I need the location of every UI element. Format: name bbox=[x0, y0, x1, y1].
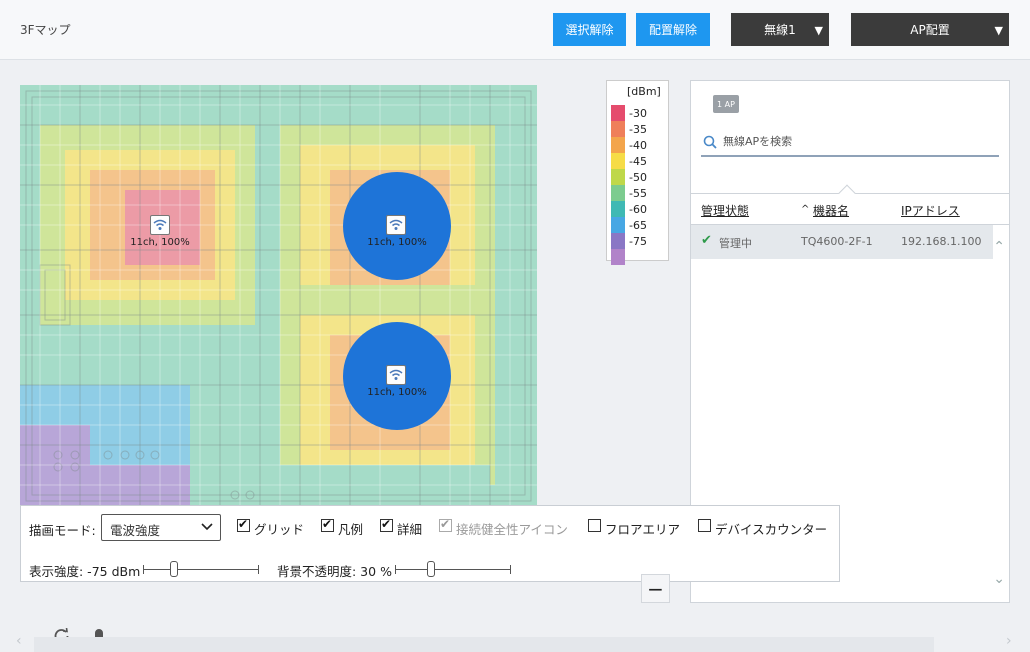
header-bar: 3Fマップ 選択解除 配置解除 無線1 ▼ AP配置 ▼ bbox=[0, 0, 1030, 60]
legend-item: -35 bbox=[611, 121, 667, 137]
scroll-right-icon[interactable]: › bbox=[1006, 633, 1012, 649]
legend-value: -55 bbox=[629, 187, 647, 200]
display-controls: 描画モード: 電波強度 グリッド 凡例 詳細 接続健全性アイコン フロアエリア … bbox=[20, 505, 840, 582]
legend-item: -40 bbox=[611, 137, 667, 153]
floor-area-checkbox[interactable] bbox=[588, 519, 601, 532]
legend-swatch bbox=[611, 201, 625, 217]
horizontal-scrollbar[interactable] bbox=[34, 637, 934, 652]
grid-checkbox[interactable] bbox=[237, 517, 250, 532]
signal-legend: [dBm] -30 -35 -40 -45 -50 -55 -60 -65 -75 bbox=[606, 80, 669, 265]
legend-value: -35 bbox=[629, 123, 647, 136]
wifi-icon bbox=[153, 219, 167, 230]
table-row[interactable]: ✔ 管理中 TQ4600-2F-1 192.168.1.100 bbox=[691, 225, 993, 259]
mode-label: 描画モード: bbox=[29, 523, 96, 538]
scroll-left-icon[interactable]: ‹ bbox=[16, 633, 22, 649]
legend-item: -50 bbox=[611, 169, 667, 185]
legend-item bbox=[611, 249, 667, 265]
column-ip[interactable]: IPアドレス bbox=[901, 202, 960, 219]
floor-area-label: フロアエリア bbox=[605, 522, 681, 537]
legend-item: -45 bbox=[611, 153, 667, 169]
caret-down-icon: ▼ bbox=[814, 24, 823, 37]
table-header: 管理状態 ^ 機器名 IPアドレス bbox=[691, 184, 1009, 225]
deselect-button[interactable]: 選択解除 bbox=[553, 13, 626, 46]
legend-swatch bbox=[611, 169, 625, 185]
health-checkbox bbox=[439, 517, 452, 532]
legend-swatch bbox=[611, 217, 625, 233]
health-label: 接続健全性アイコン bbox=[456, 522, 568, 537]
mode-select[interactable]: 電波強度 bbox=[101, 514, 221, 541]
ap-marker-1[interactable] bbox=[150, 215, 170, 235]
check-icon: ✔ bbox=[701, 233, 712, 248]
scroll-up-icon[interactable]: ⌃ bbox=[993, 239, 1005, 255]
legend-value: -65 bbox=[629, 219, 647, 232]
heatmap-canvas[interactable]: 11ch, 100% 11ch, 100% 11ch, 100% bbox=[20, 85, 537, 505]
legend-checkbox[interactable] bbox=[321, 517, 334, 532]
legend-swatch bbox=[611, 249, 625, 265]
legend-label: 凡例 bbox=[338, 522, 364, 537]
detail-checkbox[interactable] bbox=[380, 517, 393, 532]
wireless-dropdown-label: 無線1 bbox=[764, 23, 796, 37]
wifi-icon bbox=[389, 369, 403, 380]
row-device: TQ4600-2F-1 bbox=[801, 235, 873, 248]
row-ip: 192.168.1.100 bbox=[901, 235, 982, 248]
opacity-slider[interactable] bbox=[395, 561, 511, 577]
legend-value: -50 bbox=[629, 171, 647, 184]
legend-item: -65 bbox=[611, 217, 667, 233]
opacity-slider-thumb[interactable] bbox=[427, 561, 435, 577]
wifi-icon bbox=[389, 219, 403, 230]
search-icon bbox=[703, 135, 717, 149]
legend-swatch bbox=[611, 105, 625, 121]
legend-item: -30 bbox=[611, 105, 667, 121]
legend-title: [dBm] bbox=[627, 85, 661, 98]
ap-marker-2[interactable] bbox=[386, 215, 406, 235]
chevron-down-icon bbox=[201, 523, 213, 531]
column-status[interactable]: 管理状態 bbox=[701, 202, 749, 219]
grid-label: グリッド bbox=[254, 522, 305, 537]
unplace-button[interactable]: 配置解除 bbox=[636, 13, 710, 46]
page-title: 3Fマップ bbox=[20, 23, 71, 37]
legend-swatch bbox=[611, 185, 625, 201]
legend-swatch bbox=[611, 121, 625, 137]
ap-place-dropdown-label: AP配置 bbox=[910, 23, 950, 37]
ap-marker-3[interactable] bbox=[386, 365, 406, 385]
opacity-label: 背景不透明度: 30 % bbox=[277, 564, 392, 579]
floor-plan bbox=[20, 85, 537, 505]
header-notch bbox=[838, 184, 856, 202]
footer-bar: ‹ › bbox=[0, 623, 1030, 652]
detail-label: 詳細 bbox=[397, 522, 423, 537]
legend-item: -75 bbox=[611, 233, 667, 249]
legend-value: -30 bbox=[629, 107, 647, 120]
column-device[interactable]: 機器名 bbox=[813, 202, 849, 219]
ap-label-3: 11ch, 100% bbox=[367, 387, 427, 398]
legend-value: -40 bbox=[629, 139, 647, 152]
strength-slider[interactable] bbox=[143, 561, 259, 577]
legend-item: -55 bbox=[611, 185, 667, 201]
search-box bbox=[701, 127, 999, 157]
caret-down-icon: ▼ bbox=[994, 24, 1003, 37]
device-counter-label: デバイスカウンター bbox=[715, 522, 828, 537]
ap-count-badge: 1 AP bbox=[713, 95, 739, 113]
ap-label-1: 11ch, 100% bbox=[130, 237, 190, 248]
legend-item: -60 bbox=[611, 201, 667, 217]
legend-value: -45 bbox=[629, 155, 647, 168]
ap-place-dropdown[interactable]: AP配置 ▼ bbox=[851, 13, 1009, 46]
search-input[interactable] bbox=[723, 131, 993, 151]
wireless-dropdown[interactable]: 無線1 ▼ bbox=[731, 13, 829, 46]
device-counter-checkbox[interactable] bbox=[698, 519, 711, 532]
legend-swatch bbox=[611, 153, 625, 169]
sort-asc-icon: ^ bbox=[801, 204, 810, 215]
row-status: 管理中 bbox=[719, 237, 752, 250]
scroll-down-icon[interactable]: ⌄ bbox=[993, 571, 1005, 587]
strength-label: 表示強度: -75 dBm bbox=[29, 564, 141, 579]
legend-swatch bbox=[611, 233, 625, 249]
strength-slider-thumb[interactable] bbox=[170, 561, 178, 577]
ap-label-2: 11ch, 100% bbox=[367, 237, 427, 248]
legend-value: -60 bbox=[629, 203, 647, 216]
legend-swatch bbox=[611, 137, 625, 153]
mode-select-value: 電波強度 bbox=[110, 523, 161, 538]
legend-value: -75 bbox=[629, 235, 647, 248]
zoom-out-button[interactable]: − bbox=[641, 574, 670, 603]
